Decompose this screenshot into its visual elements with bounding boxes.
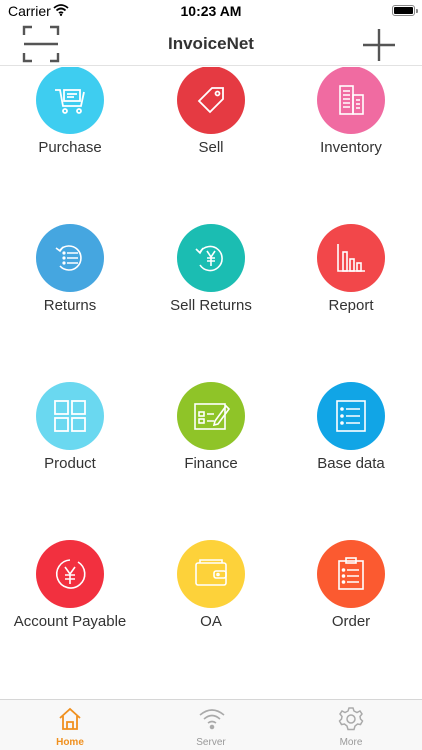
wallet-icon	[195, 559, 227, 586]
tab-bar: Home Server More	[0, 699, 422, 750]
building-icon	[339, 85, 364, 115]
list-doc-icon	[336, 400, 366, 432]
menu-label: Inventory	[320, 139, 382, 156]
menu-circle	[177, 224, 245, 292]
menu-label: Returns	[43, 297, 97, 314]
menu-item-report[interactable]: Report	[281, 224, 421, 334]
menu-circle	[36, 382, 104, 450]
menu-circle	[36, 67, 104, 134]
ledger-pen-icon	[194, 403, 230, 430]
grid-icon	[54, 400, 86, 432]
tab-label: Server	[196, 737, 226, 748]
menu-item-order[interactable]: Order	[281, 540, 421, 650]
menu-label: Order	[331, 613, 371, 630]
menu-circle	[36, 540, 104, 608]
menu-grid: Purchase Sell Inventory Returns Sell Ret…	[0, 67, 422, 699]
menu-label: Purchase	[38, 139, 102, 156]
menu-item-purchase[interactable]: Purchase	[0, 67, 140, 176]
menu-circle	[317, 540, 385, 608]
menu-circle	[317, 67, 385, 134]
page-title: InvoiceNet	[168, 34, 254, 53]
add-button[interactable]	[361, 27, 397, 63]
menu-label: Sell	[198, 139, 224, 156]
menu-label: Product	[44, 455, 96, 472]
clipboard-icon	[338, 557, 364, 590]
menu-circle	[177, 382, 245, 450]
wifi-icon	[199, 709, 225, 730]
menu-item-sell-returns[interactable]: Sell Returns	[141, 224, 281, 334]
menu-circle	[36, 224, 104, 292]
menu-circle	[317, 382, 385, 450]
menu-label: Account Payable	[13, 613, 127, 630]
menu-label: OA	[200, 613, 222, 630]
menu-circle	[317, 224, 385, 292]
cart-icon	[55, 89, 85, 114]
tab-server[interactable]: Server	[141, 700, 281, 750]
menu-item-returns[interactable]: Returns	[0, 224, 140, 334]
tab-label: More	[339, 737, 363, 748]
tab-more[interactable]: More	[281, 700, 421, 750]
tag-icon	[197, 87, 224, 114]
nav-bar: InvoiceNet	[0, 22, 422, 66]
tab-home[interactable]: Home	[0, 700, 140, 750]
home-icon	[59, 707, 81, 730]
menu-circle	[177, 67, 245, 134]
menu-item-finance[interactable]: Finance	[141, 382, 281, 492]
menu-label: Finance	[184, 455, 238, 472]
menu-item-sell[interactable]: Sell	[141, 67, 281, 176]
menu-label: Report	[328, 297, 374, 314]
plus-icon	[363, 29, 395, 61]
status-bar: Carrier 10:23 AM	[0, 0, 422, 22]
menu-label: Base data	[317, 455, 385, 472]
return-list-icon	[55, 245, 82, 271]
menu-label: Sell Returns	[170, 297, 252, 314]
bar-chart-icon	[337, 244, 365, 272]
gear-icon	[338, 707, 364, 731]
yen-return-icon	[195, 245, 223, 272]
yen-circle-icon	[55, 559, 86, 589]
menu-circle	[177, 540, 245, 608]
menu-item-base-data[interactable]: Base data	[281, 382, 421, 492]
tab-label: Home	[56, 737, 84, 748]
clock: 10:23 AM	[180, 3, 242, 19]
menu-item-oa[interactable]: OA	[141, 540, 281, 650]
battery-icon	[392, 5, 418, 16]
menu-item-product[interactable]: Product	[0, 382, 140, 492]
menu-item-account-payable[interactable]: Account Payable	[0, 540, 140, 650]
menu-item-inventory[interactable]: Inventory	[281, 67, 421, 176]
